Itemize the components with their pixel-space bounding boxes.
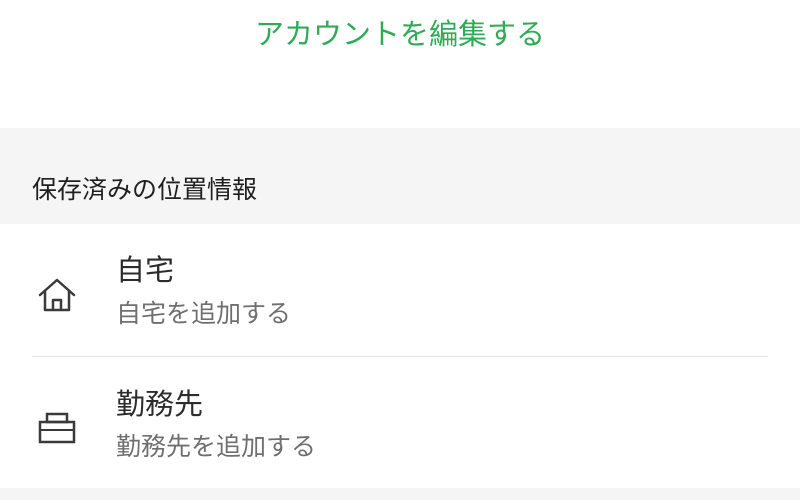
saved-location-subtitle: 自宅を追加する [116,299,292,328]
section-separator [0,488,800,500]
saved-locations-header: 保存済みの位置情報 [0,128,800,224]
edit-account-link[interactable]: アカウントを編集する [0,14,800,54]
saved-location-title: 勤務先 [116,387,204,421]
edit-account-section: アカウントを編集する [0,0,800,128]
saved-location-title: 自宅 [116,253,175,287]
section-title: 保存済みの位置情報 [32,175,258,204]
saved-location-subtitle: 勤務先を追加する [116,432,317,461]
saved-location-home[interactable]: 自宅 自宅を追加する [0,224,800,357]
briefcase-icon [36,408,78,448]
saved-locations-list: 自宅 自宅を追加する 勤務先 勤務先を追加する [0,224,800,488]
home-icon [36,276,78,316]
saved-location-work[interactable]: 勤務先 勤務先を追加する [0,356,800,488]
